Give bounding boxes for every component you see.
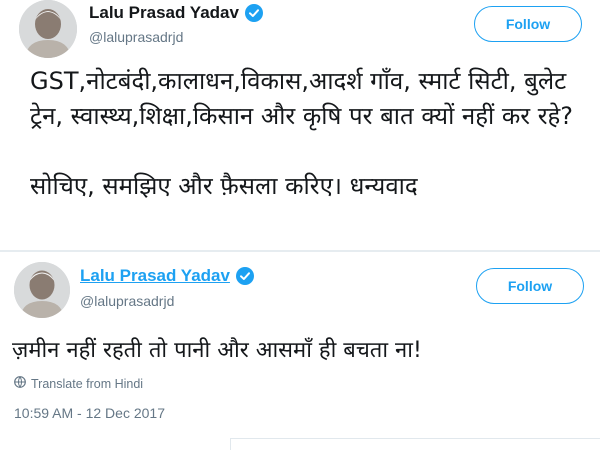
avatar[interactable] bbox=[14, 262, 70, 318]
follow-button[interactable]: Follow bbox=[474, 6, 582, 42]
card-edge bbox=[230, 438, 600, 450]
verified-badge-icon bbox=[244, 4, 263, 22]
follow-button[interactable]: Follow bbox=[476, 268, 584, 304]
handle[interactable]: @laluprasadrjd bbox=[89, 29, 183, 45]
tweet-1: Lalu Prasad Yadav @laluprasadrjd Follow … bbox=[0, 0, 600, 250]
tweet-text: ज़मीन नहीं रहती तो पानी और आसमाँ ही बचता… bbox=[12, 338, 422, 363]
author-row: Lalu Prasad Yadav bbox=[89, 3, 263, 23]
translate-link[interactable]: Translate from Hindi bbox=[14, 376, 143, 391]
globe-icon bbox=[14, 376, 26, 391]
display-name[interactable]: Lalu Prasad Yadav bbox=[80, 266, 230, 286]
handle[interactable]: @laluprasadrjd bbox=[80, 293, 174, 309]
translate-label: Translate from Hindi bbox=[31, 376, 144, 391]
avatar[interactable] bbox=[19, 0, 77, 58]
verified-badge-icon bbox=[235, 267, 254, 285]
timestamp[interactable]: 10:59 AM - 12 Dec 2017 bbox=[14, 405, 165, 421]
tweet-text: GST,नोटबंदी,कालाधन,विकास,आदर्श गाँव, स्म… bbox=[30, 67, 574, 200]
author-row: Lalu Prasad Yadav bbox=[80, 266, 254, 286]
display-name[interactable]: Lalu Prasad Yadav bbox=[89, 3, 239, 23]
